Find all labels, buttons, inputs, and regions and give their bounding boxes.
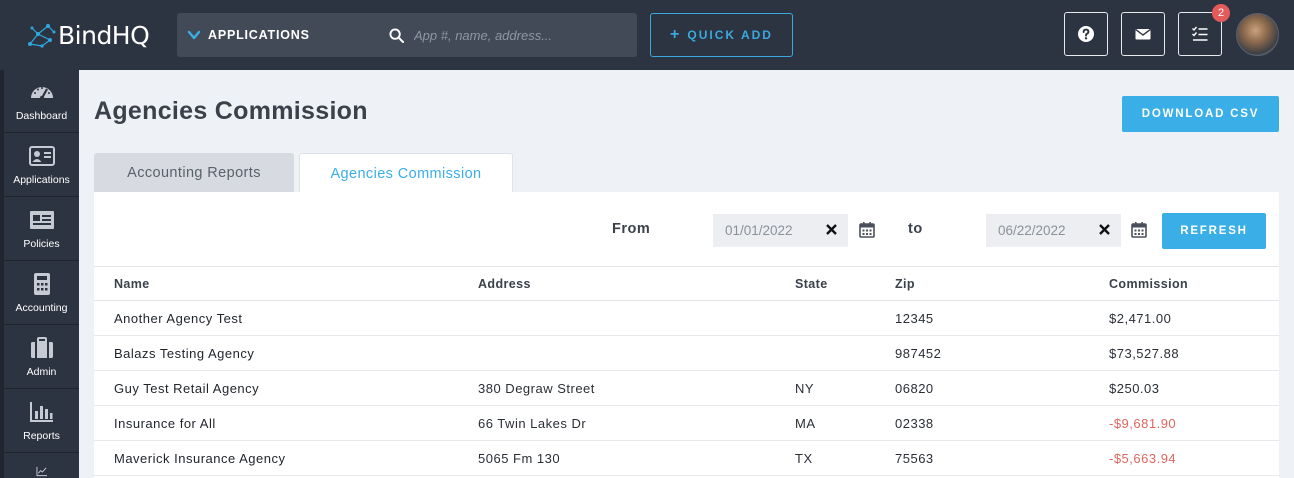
table-header: Name Address State Zip Commission xyxy=(94,266,1279,301)
cell-zip: 12345 xyxy=(895,311,934,326)
cell-state: MA xyxy=(795,416,816,431)
to-calendar-icon[interactable] xyxy=(1131,221,1147,238)
column-header-state[interactable]: State xyxy=(795,277,828,291)
search-icon xyxy=(389,27,404,43)
sidebar-item-label: Policies xyxy=(23,238,60,250)
table-row[interactable]: Maverick Insurance Agency 5065 Fm 130 TX… xyxy=(94,441,1279,476)
plus-icon: + xyxy=(670,26,680,43)
search-box xyxy=(377,13,637,57)
envelope-icon xyxy=(1135,29,1151,40)
cell-commission: -$9,681.90 xyxy=(1109,416,1177,431)
question-circle-icon xyxy=(1078,26,1094,42)
search-input[interactable] xyxy=(414,27,624,43)
brand-logo[interactable]: BindHQ xyxy=(26,18,150,52)
sidebar-item-label: Accounting xyxy=(15,302,68,314)
column-header-zip[interactable]: Zip xyxy=(895,277,915,291)
sidebar-item-applications[interactable]: Applications xyxy=(4,134,79,197)
to-label: to xyxy=(908,221,923,237)
dashboard-icon xyxy=(30,87,53,101)
cell-name: Another Agency Test xyxy=(114,311,243,326)
sidebar: Dashboard Applications Policies Accounti… xyxy=(0,70,79,478)
cell-address: 5065 Fm 130 xyxy=(478,451,561,466)
table-row[interactable]: Balazs Testing Agency 987452 $73,527.88 xyxy=(94,336,1279,371)
applications-dropdown[interactable]: APPLICATIONS xyxy=(177,13,377,57)
cell-zip: 987452 xyxy=(895,346,942,361)
from-calendar-icon[interactable] xyxy=(859,221,875,238)
cell-state: TX xyxy=(795,451,813,466)
messages-button[interactable] xyxy=(1121,12,1165,56)
briefcase-icon xyxy=(30,337,53,358)
cell-zip: 06820 xyxy=(895,381,934,396)
cell-commission: -$5,663.94 xyxy=(1109,451,1177,466)
sidebar-item-reports[interactable]: Reports xyxy=(4,390,79,453)
column-header-address[interactable]: Address xyxy=(478,277,531,291)
sidebar-item-label: Applications xyxy=(13,174,70,186)
sidebar-item-admin[interactable]: Admin xyxy=(4,326,79,389)
help-button[interactable] xyxy=(1064,12,1108,56)
from-date-input[interactable] xyxy=(725,223,821,238)
cell-address: 380 Degraw Street xyxy=(478,381,595,396)
quick-add-button[interactable]: + QUICK ADD xyxy=(650,13,793,57)
cell-name: Balazs Testing Agency xyxy=(114,346,255,361)
to-date-input[interactable] xyxy=(998,223,1094,238)
page-title: Agencies Commission xyxy=(94,97,368,125)
cell-name: Guy Test Retail Agency xyxy=(114,381,260,396)
task-list-icon xyxy=(1192,26,1208,41)
quick-add-label: QUICK ADD xyxy=(687,28,773,42)
from-label: From xyxy=(612,221,651,237)
cell-address: 66 Twin Lakes Dr xyxy=(478,416,587,431)
top-bar: BindHQ APPLICATIONS + QUICK ADD xyxy=(0,0,1294,70)
cell-name: Insurance for All xyxy=(114,416,216,431)
sidebar-item-policies[interactable]: Policies xyxy=(4,198,79,261)
sidebar-item-dashboard[interactable]: Dashboard xyxy=(4,70,79,133)
clear-from-date-icon[interactable] xyxy=(824,222,839,237)
notification-badge: 2 xyxy=(1212,4,1230,22)
id-card-icon xyxy=(28,146,55,166)
table-row[interactable]: Another Agency Test 12345 $2,471.00 xyxy=(94,301,1279,336)
policy-icon xyxy=(29,211,54,229)
refresh-button[interactable]: REFRESH xyxy=(1162,213,1266,249)
calculator-icon xyxy=(33,273,50,295)
bar-chart-icon xyxy=(29,402,53,422)
cell-zip: 75563 xyxy=(895,451,934,466)
sidebar-item-more[interactable] xyxy=(4,454,79,478)
chevron-down-icon xyxy=(187,30,201,40)
column-header-commission[interactable]: Commission xyxy=(1109,277,1188,291)
sidebar-item-accounting[interactable]: Accounting xyxy=(4,262,79,325)
brand-name: BindHQ xyxy=(58,20,150,50)
cell-commission: $73,527.88 xyxy=(1109,346,1180,361)
cell-state: NY xyxy=(795,381,815,396)
sidebar-item-label: Admin xyxy=(26,366,57,378)
column-header-name[interactable]: Name xyxy=(114,277,150,291)
applications-dropdown-label: APPLICATIONS xyxy=(208,28,310,42)
user-avatar[interactable] xyxy=(1236,13,1279,56)
to-date-field xyxy=(986,214,1121,247)
tab-agencies-commission[interactable]: Agencies Commission xyxy=(299,153,513,193)
cell-commission: $2,471.00 xyxy=(1109,311,1172,326)
cell-zip: 02338 xyxy=(895,416,934,431)
cell-name: Maverick Insurance Agency xyxy=(114,451,286,466)
sidebar-item-label: Dashboard xyxy=(15,110,68,122)
download-csv-button[interactable]: DOWNLOAD CSV xyxy=(1122,96,1279,132)
sidebar-item-label: Reports xyxy=(23,430,60,442)
line-chart-icon xyxy=(36,466,47,477)
clear-to-date-icon[interactable] xyxy=(1097,222,1112,237)
tab-accounting-reports[interactable]: Accounting Reports xyxy=(94,153,294,193)
table-row[interactable]: Insurance for All 66 Twin Lakes Dr MA 02… xyxy=(94,406,1279,441)
table-row[interactable]: Guy Test Retail Agency 380 Degraw Street… xyxy=(94,371,1279,406)
cell-commission: $250.03 xyxy=(1109,381,1160,396)
from-date-field xyxy=(713,214,848,247)
logo-network-icon xyxy=(28,24,56,48)
